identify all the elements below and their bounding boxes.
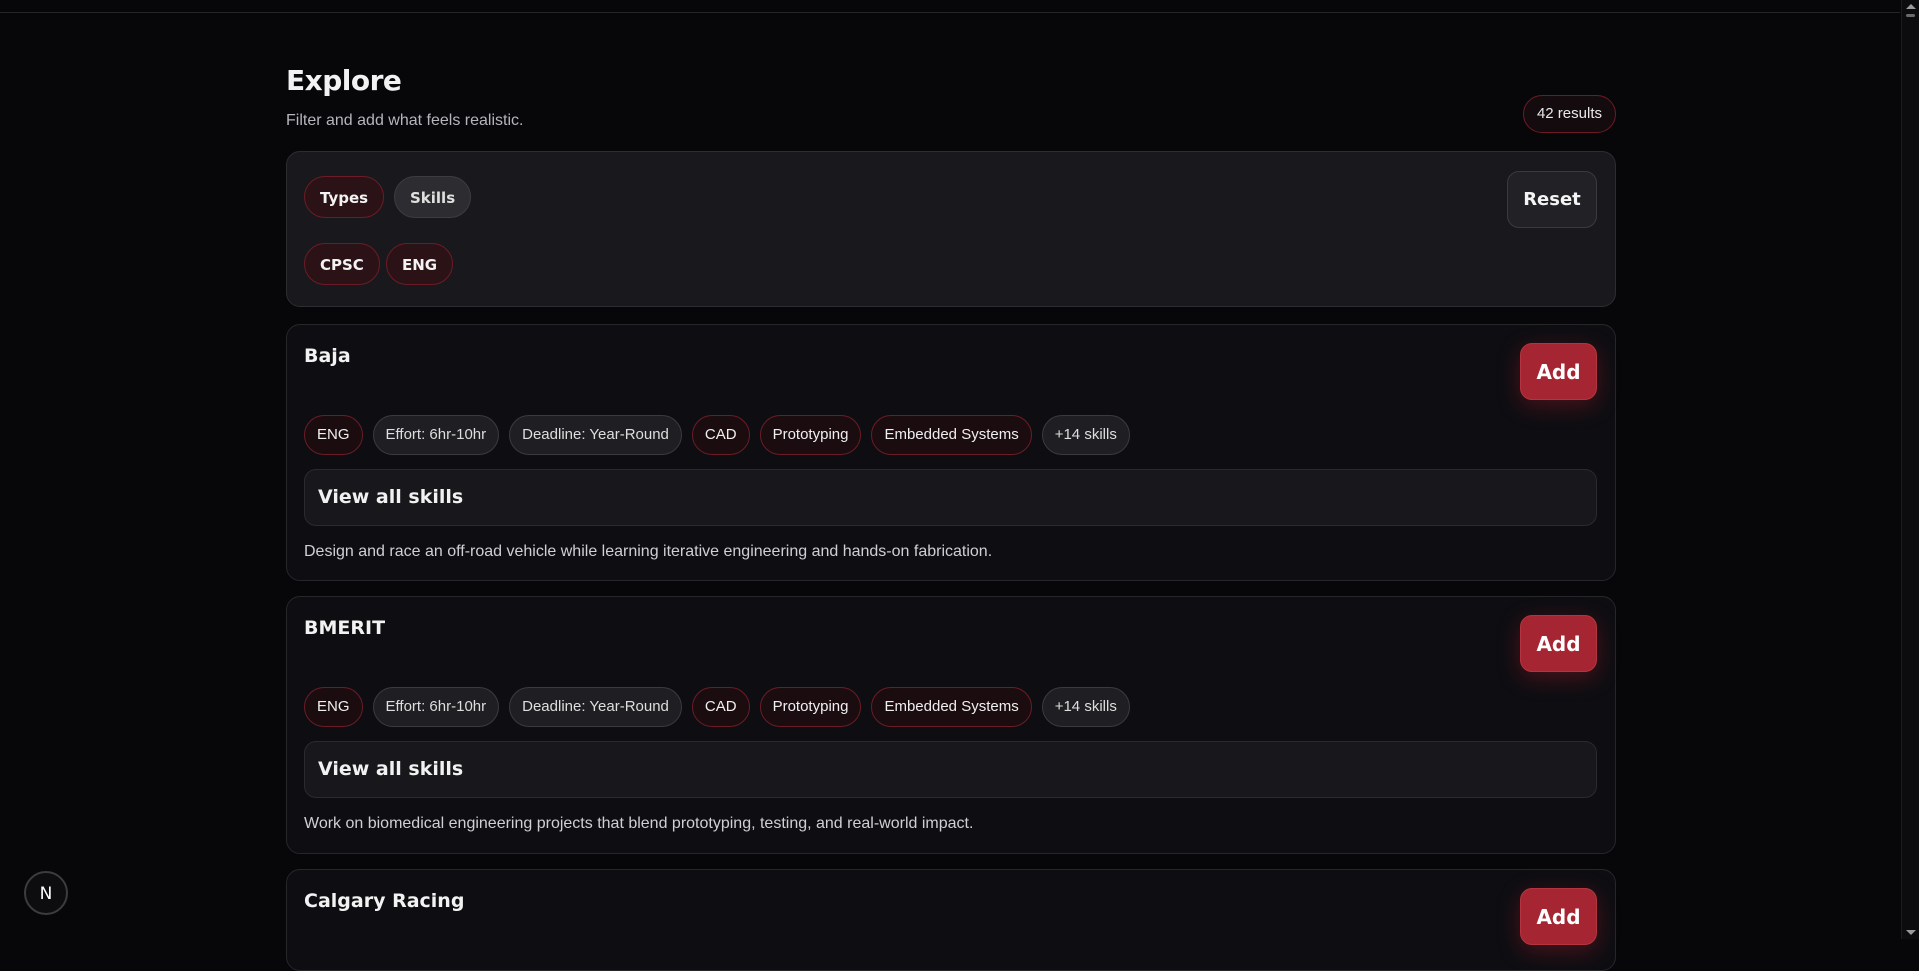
scroll-thumb[interactable] (1906, 14, 1915, 17)
tag-category: ENG (304, 687, 363, 727)
tag-effort: Effort: 6hr-10hr (372, 415, 500, 455)
opportunity-card-bmerit: BMERIT Add ENG Effort: 6hr-10hr Deadline… (286, 596, 1616, 854)
filter-chip-cpsc[interactable]: CPSC (304, 243, 380, 285)
add-button[interactable]: Add (1520, 343, 1597, 400)
tag-skill: CAD (691, 687, 750, 727)
tag-skill: Embedded Systems (871, 415, 1032, 455)
next-logo-icon: N (40, 884, 53, 904)
tag-more-skills: +14 skills (1041, 415, 1130, 455)
scroll-down-icon[interactable] (1906, 930, 1916, 935)
tag-skill: Embedded Systems (871, 687, 1032, 727)
tag-effort: Effort: 6hr-10hr (372, 687, 500, 727)
tag-skill: Prototyping (759, 687, 862, 727)
top-bar (0, 0, 1900, 13)
filter-tab-skills[interactable]: Skills (394, 176, 472, 218)
results-count-badge: 42 results (1522, 95, 1616, 133)
tag-list: ENG Effort: 6hr-10hr Deadline: Year-Roun… (304, 415, 1130, 455)
card-description: Design and race an off-road vehicle whil… (304, 543, 993, 560)
tag-list: ENG Effort: 6hr-10hr Deadline: Year-Roun… (304, 687, 1130, 727)
page-subtitle: Filter and add what feels realistic. (286, 112, 524, 129)
card-title: Calgary Racing (304, 890, 465, 912)
card-title: Baja (304, 345, 351, 367)
page-title: Explore (286, 64, 402, 97)
opportunity-card-calgary-racing: Calgary Racing Add (286, 869, 1616, 971)
view-all-skills-button[interactable]: View all skills (304, 741, 1597, 798)
add-button[interactable]: Add (1520, 615, 1597, 672)
nextjs-dev-badge[interactable]: N (24, 871, 68, 915)
tag-deadline: Deadline: Year-Round (509, 687, 682, 727)
add-button[interactable]: Add (1520, 888, 1597, 945)
filter-chip-eng[interactable]: ENG (386, 243, 454, 285)
tag-deadline: Deadline: Year-Round (509, 415, 682, 455)
tag-skill: Prototyping (759, 415, 862, 455)
scroll-up-icon[interactable] (1906, 4, 1916, 9)
opportunity-card-baja: Baja Add ENG Effort: 6hr-10hr Deadline: … (286, 324, 1616, 581)
tag-category: ENG (304, 415, 363, 455)
filter-tab-types[interactable]: Types (304, 176, 385, 218)
vertical-scrollbar[interactable] (1901, 0, 1919, 939)
filter-panel: Types Skills CPSC ENG Reset (286, 151, 1616, 307)
card-title: BMERIT (304, 617, 386, 639)
tag-more-skills: +14 skills (1041, 687, 1130, 727)
reset-button[interactable]: Reset (1507, 171, 1597, 228)
view-all-skills-button[interactable]: View all skills (304, 469, 1597, 526)
svg-text:N: N (40, 884, 53, 904)
card-description: Work on biomedical engineering projects … (304, 815, 974, 832)
tag-skill: CAD (691, 415, 750, 455)
